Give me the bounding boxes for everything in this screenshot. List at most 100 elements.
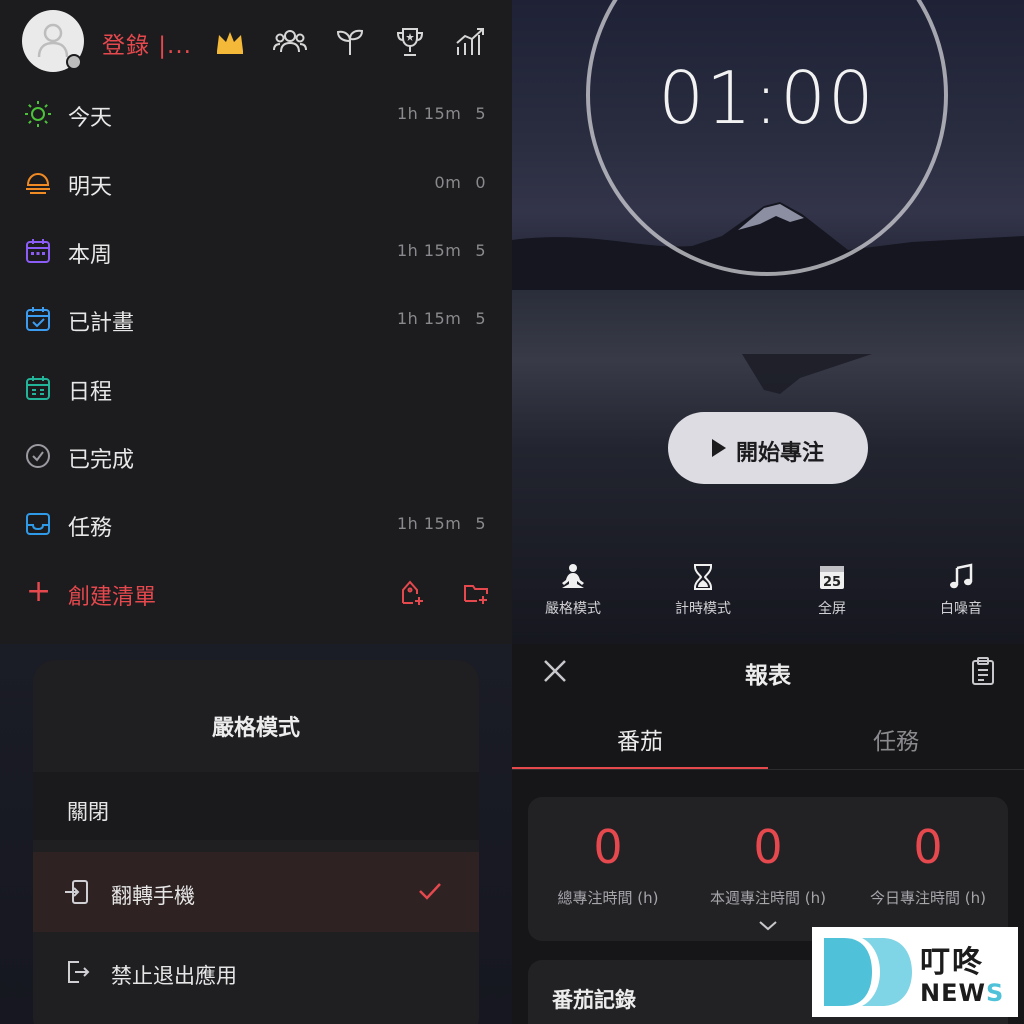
list-item-meta <box>472 446 486 465</box>
time-total: 1h 15m <box>396 514 462 533</box>
avatar[interactable] <box>22 10 84 72</box>
list-item-tomorrow[interactable]: 明天 0m 0 <box>0 155 512 211</box>
option-flip-phone[interactable]: 翻轉手機 <box>33 852 479 932</box>
tool-label: 全屏 <box>818 601 846 617</box>
stat-caption: 今日專注時間 (h) <box>870 889 986 907</box>
tab-pomodoro[interactable]: 番茄 <box>512 714 768 756</box>
hourglass-icon <box>694 564 712 590</box>
tool-label: 白噪音 <box>940 601 982 617</box>
start-focus-button[interactable]: 開始專注 <box>668 412 868 484</box>
svg-text:25: 25 <box>823 575 841 590</box>
time-total: 0m <box>434 173 462 192</box>
task-lists-panel: 登錄 |... 今天 1h 15m 5 明天 0m 0 本周 1h 15m 5 … <box>0 0 512 644</box>
trophy-icon[interactable] <box>393 25 427 59</box>
list-item-meta <box>472 378 486 397</box>
list-item-meta: 1h 15m 5 <box>397 309 486 328</box>
option-block-exit[interactable]: 禁止退出應用 <box>33 932 479 1012</box>
crown-icon[interactable] <box>213 25 247 59</box>
stats-card: 0 總專注時間 (h) 0 本週專注時間 (h) 0 今日專注時間 (h) <box>528 797 1008 941</box>
tab-tasks[interactable]: 任務 <box>768 714 1024 756</box>
stat-today: 0 今日專注時間 (h) <box>848 819 1008 908</box>
create-list-button[interactable]: 創建清單 <box>68 579 156 611</box>
report-header: 報表 <box>512 644 1024 700</box>
list-item-label: 已計畫 <box>68 311 135 336</box>
top-bar: 登錄 |... <box>0 0 512 82</box>
option-label: 禁止退出應用 <box>111 964 237 988</box>
list-item-meta: 1h 15m 5 <box>397 104 486 123</box>
strict-mode-sheet: 嚴格模式 關閉 翻轉手機 禁止退出應用 <box>33 660 479 1024</box>
strict-mode-panel: 嚴格模式 關閉 翻轉手機 禁止退出應用 <box>0 644 512 1024</box>
calendar-check-icon <box>26 307 50 331</box>
white-noise-button[interactable]: 白噪音 <box>906 562 1016 618</box>
flip-phone-icon <box>65 880 88 904</box>
list-item-label: 已完成 <box>68 448 135 473</box>
mountain-reflection <box>662 354 872 394</box>
option-off[interactable]: 關閉 <box>33 772 479 840</box>
report-title: 報表 <box>745 663 791 689</box>
stats-chart-icon[interactable] <box>453 25 487 59</box>
stat-total: 0 總專注時間 (h) <box>528 819 688 908</box>
stat-caption: 本週專注時間 (h) <box>710 889 826 907</box>
tool-label: 計時模式 <box>675 601 731 617</box>
list-item-label: 明天 <box>68 175 113 200</box>
user-icon <box>37 23 69 58</box>
inbox-icon <box>26 513 50 535</box>
calendar-schedule-icon <box>26 376 50 400</box>
sunrise-icon <box>26 172 50 194</box>
list-item-meta: 1h 15m 5 <box>397 514 486 533</box>
list-item-today[interactable]: 今天 1h 15m 5 <box>0 86 512 142</box>
add-folder-icon[interactable] <box>462 579 490 607</box>
group-icon[interactable] <box>273 25 307 59</box>
sprout-icon[interactable] <box>333 25 367 59</box>
check-circle-icon <box>26 444 50 468</box>
list-item-label: 日程 <box>68 380 113 405</box>
list-item-schedule[interactable]: 日程 <box>0 360 512 416</box>
records-title: 番茄記錄 <box>552 988 636 1012</box>
task-count: 5 <box>475 104 486 123</box>
report-tabs: 番茄 任務 <box>512 714 1024 770</box>
dd-logo-icon <box>824 938 912 1006</box>
list-item-meta: 1h 15m 5 <box>397 241 486 260</box>
music-note-icon <box>950 563 973 589</box>
login-link[interactable]: 登錄 |... <box>102 26 192 60</box>
start-focus-label: 開始專注 <box>736 441 825 466</box>
stat-value: 0 <box>753 820 783 874</box>
logo-text: 叮咚 <box>920 945 984 980</box>
list-item-label: 今天 <box>68 106 113 131</box>
strict-mode-button[interactable]: 嚴格模式 <box>518 562 628 618</box>
list-item-completed[interactable]: 已完成 <box>0 428 512 484</box>
chevron-down-icon[interactable] <box>756 919 780 933</box>
stat-value: 0 <box>593 820 623 874</box>
add-tag-icon[interactable] <box>398 579 426 607</box>
option-label: 關閉 <box>67 800 109 824</box>
task-count: 5 <box>475 514 486 533</box>
clipboard-icon[interactable] <box>968 656 998 686</box>
task-count: 5 <box>475 241 486 260</box>
sun-icon <box>25 101 51 127</box>
fullscreen-button[interactable]: 25 全屏 <box>777 562 887 618</box>
list-item-meta: 0m 0 <box>435 173 486 192</box>
time-total: 1h 15m <box>396 309 462 328</box>
stat-caption: 總專注時間 (h) <box>557 889 659 907</box>
focus-timer-panel: 01:00 開始專注 嚴格模式 計時模式 25 全屏 白噪音 <box>512 0 1024 644</box>
play-icon <box>712 439 726 457</box>
list-item-planned[interactable]: 已計畫 1h 15m 5 <box>0 291 512 347</box>
sheet-title: 嚴格模式 <box>211 716 300 741</box>
dingdong-news-logo: 叮咚 NEWS <box>812 927 1018 1017</box>
timer-mode-button[interactable]: 計時模式 <box>648 562 758 618</box>
time-total: 1h 15m <box>396 104 462 123</box>
tab-divider <box>512 769 1024 770</box>
stat-value: 0 <box>913 820 943 874</box>
option-label: 翻轉手機 <box>111 884 195 908</box>
checkmark-icon <box>419 883 441 900</box>
list-item-this-week[interactable]: 本周 1h 15m 5 <box>0 223 512 279</box>
crown-badge-icon <box>66 54 82 70</box>
plus-icon[interactable]: + <box>26 577 51 607</box>
time-total: 1h 15m <box>396 241 462 260</box>
logo-subtext: NEWS <box>920 979 1005 1007</box>
list-item-tasks[interactable]: 任務 1h 15m 5 <box>0 496 512 552</box>
task-count: 0 <box>475 173 486 192</box>
stat-week: 0 本週專注時間 (h) <box>688 819 848 908</box>
create-list-row: + 創建清單 <box>0 565 512 621</box>
timer-display: 01:00 <box>658 56 876 140</box>
